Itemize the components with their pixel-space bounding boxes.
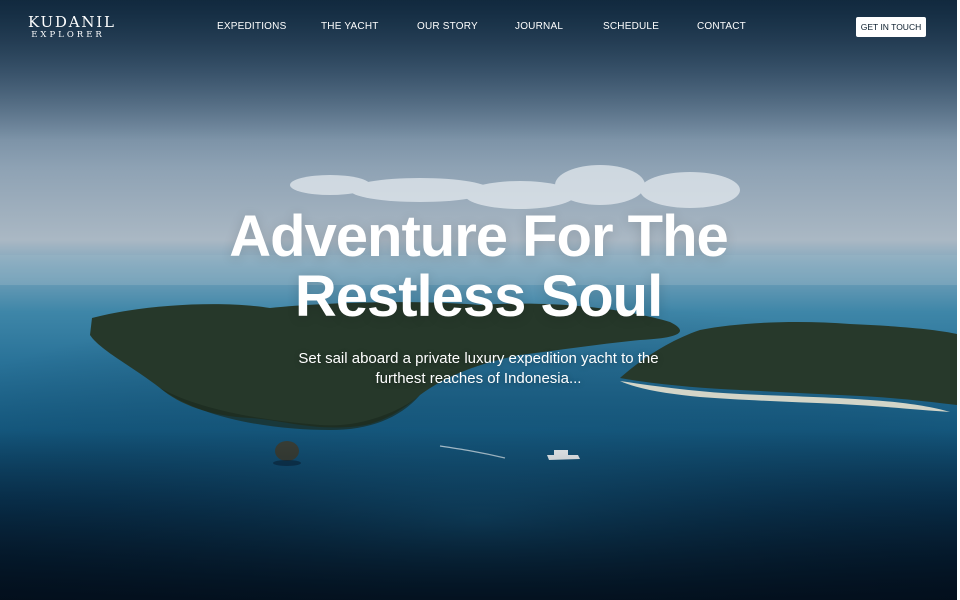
nav-item-contact[interactable]: CONTACT [697,20,746,34]
hero-headline: Adventure For The Restless Soul [140,207,817,327]
nav-item-the-yacht[interactable]: THE YACHT [321,20,379,34]
nav-item-journal[interactable]: JOURNAL [515,20,563,34]
hero-subheading-line1: Set sail aboard a private luxury expedit… [298,350,659,367]
hero-subheading-line2: furthest reaches of Indonesia... [375,370,582,387]
get-in-touch-button[interactable]: GET IN TOUCH [856,17,926,37]
nav-item-expeditions[interactable]: EXPEDITIONS [217,20,286,34]
hero-subheading: Set sail aboard a private luxury expedit… [258,349,699,389]
hero-headline-line2: Restless Soul [294,264,663,329]
nav-item-schedule[interactable]: SCHEDULE [603,20,659,34]
main-navigation: EXPEDITIONS THE YACHT OUR STORY JOURNAL … [0,20,957,34]
cloud-shape [290,165,740,209]
nav-item-our-story[interactable]: OUR STORY [417,20,478,34]
hero-headline-line1: Adventure For The [229,204,729,269]
